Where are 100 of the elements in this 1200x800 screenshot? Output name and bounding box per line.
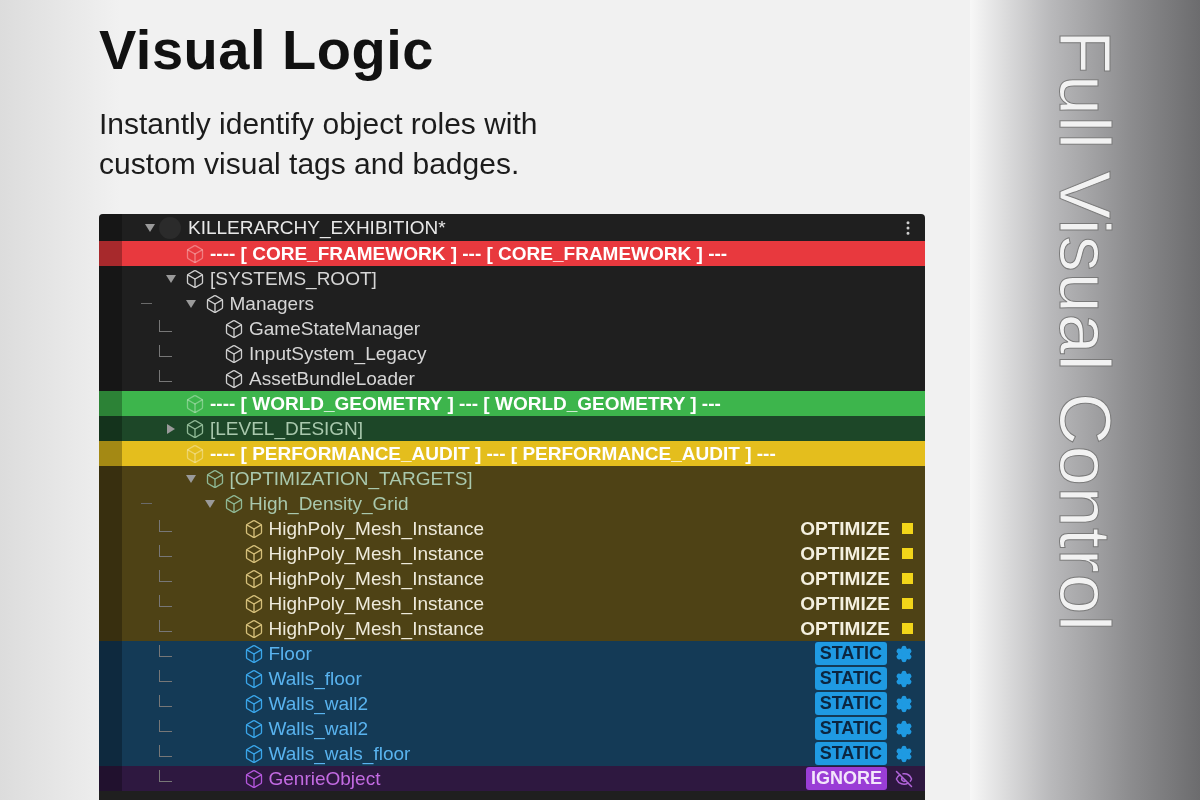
tag-badge: STATIC	[814, 667, 887, 690]
row-gutter	[99, 214, 122, 241]
row-gutter	[99, 741, 122, 766]
object-name: HighPoly_Mesh_Instance	[268, 517, 484, 540]
cube-icon	[185, 418, 205, 439]
hierarchy-row[interactable]: Walls_floor STATIC	[99, 666, 925, 691]
separator-label: ---- [ PERFORMANCE_AUDIT ] --- [ PERFORMANCE_AUDIT ] ---	[210, 442, 776, 465]
caret-icon[interactable]	[185, 299, 196, 308]
cube-icon	[224, 493, 244, 514]
hierarchy-row[interactable]: Walls_wall2 STATIC	[99, 716, 925, 741]
row-gutter	[99, 366, 122, 391]
separator-row[interactable]: ---- [ CORE_FRAMEWORK ] --- [ CORE_FRAMEWORK ] ---	[99, 241, 925, 266]
row-gutter	[99, 466, 122, 491]
object-name: HighPoly_Mesh_Instance	[268, 567, 484, 590]
object-name: Walls_wall2	[268, 692, 369, 715]
row-gutter	[99, 391, 122, 416]
row-gutter	[99, 766, 122, 791]
gear-icon	[895, 669, 913, 688]
object-name: [OPTIMIZATION_TARGETS]	[229, 467, 473, 490]
cube-icon	[243, 618, 264, 639]
object-name: Managers	[229, 292, 314, 315]
cube-icon	[243, 518, 264, 539]
cube-icon	[243, 718, 264, 739]
hierarchy-row[interactable]: Managers	[99, 291, 925, 316]
hierarchy-row[interactable]: HighPoly_Mesh_Instance OPTIMIZE	[99, 516, 925, 541]
hierarchy-row[interactable]: HighPoly_Mesh_Instance OPTIMIZE	[99, 541, 925, 566]
tag-label: OPTIMIZE	[800, 542, 890, 565]
object-name: HighPoly_Mesh_Instance	[268, 617, 484, 640]
caret-icon[interactable]	[185, 474, 196, 483]
hierarchy-row[interactable]: [SYSTEMS_ROOT]	[99, 266, 925, 291]
object-name: GameStateManager	[249, 317, 421, 340]
scene-title: KILLERARCHY_EXHIBITION*	[188, 216, 446, 239]
square-icon	[902, 573, 913, 584]
row-gutter	[99, 241, 122, 266]
object-name: GenrieObject	[268, 767, 381, 790]
row-gutter	[99, 616, 122, 641]
tag-label: OPTIMIZE	[800, 617, 890, 640]
hierarchy-row[interactable]: Walls_wals_floor STATIC	[99, 741, 925, 766]
hierarchy-row[interactable]: InputSystem_Legacy	[99, 341, 925, 366]
gear-icon	[895, 719, 913, 738]
hierarchy-row[interactable]: AssetBundleLoader	[99, 366, 925, 391]
separator-label: ---- [ CORE_FRAMEWORK ] --- [ CORE_FRAMEWORK ] ---	[210, 242, 728, 265]
eye-off-icon	[895, 769, 913, 788]
cube-icon	[243, 593, 264, 614]
hierarchy-row[interactable]: [OPTIMIZATION_TARGETS]	[99, 466, 925, 491]
hierarchy-row[interactable]: High_Density_Grid	[99, 491, 925, 516]
cube-icon	[185, 268, 205, 289]
cube-icon	[243, 693, 264, 714]
cube-icon	[243, 568, 264, 589]
hierarchy-row[interactable]: GenrieObject IGNORE	[99, 766, 925, 791]
gear-icon	[895, 694, 913, 713]
gear-icon	[895, 744, 913, 763]
cube-icon	[224, 368, 244, 389]
cube-icon	[185, 243, 205, 264]
tag-badge: STATIC	[814, 642, 887, 665]
cube-icon	[243, 768, 264, 789]
cube-icon	[243, 543, 264, 564]
object-name: [SYSTEMS_ROOT]	[210, 267, 377, 290]
caret-icon[interactable]	[205, 499, 215, 508]
tag-label: OPTIMIZE	[800, 592, 890, 615]
square-icon	[902, 523, 913, 534]
cube-icon	[224, 318, 244, 339]
separator-label: ---- [ WORLD_GEOMETRY ] --- [ WORLD_GEOMETRY ] ---	[210, 392, 721, 415]
cube-icon	[204, 468, 225, 489]
row-gutter	[99, 266, 122, 291]
square-icon	[902, 623, 913, 634]
object-name: Walls_floor	[268, 667, 362, 690]
object-name: AssetBundleLoader	[249, 367, 415, 390]
hierarchy-row[interactable]: GameStateManager	[99, 316, 925, 341]
cube-icon	[224, 343, 244, 364]
row-gutter	[99, 416, 122, 441]
hierarchy-row[interactable]: [LEVEL_DESIGN]	[99, 416, 925, 441]
hierarchy-row[interactable]: HighPoly_Mesh_Instance OPTIMIZE	[99, 566, 925, 591]
cube-icon	[243, 743, 264, 764]
object-name: HighPoly_Mesh_Instance	[268, 542, 484, 565]
object-name: HighPoly_Mesh_Instance	[268, 592, 484, 615]
object-name: InputSystem_Legacy	[249, 342, 427, 365]
tag-label: OPTIMIZE	[800, 517, 890, 540]
tag-badge: STATIC	[814, 717, 887, 740]
caret-icon[interactable]	[167, 423, 175, 434]
cube-icon	[204, 293, 225, 314]
object-name: Walls_wals_floor	[268, 742, 411, 765]
object-name: High_Density_Grid	[249, 492, 409, 515]
object-name: Floor	[268, 642, 312, 665]
hierarchy-row[interactable]: Floor STATIC	[99, 641, 925, 666]
cube-icon	[243, 668, 264, 689]
tag-badge: STATIC	[814, 692, 887, 715]
object-name: Walls_wall2	[268, 717, 369, 740]
tag-badge: IGNORE	[806, 767, 887, 790]
hierarchy-row[interactable]: Walls_wall2 STATIC	[99, 691, 925, 716]
cube-icon	[185, 393, 205, 414]
row-gutter	[99, 441, 122, 466]
hierarchy-row[interactable]: HighPoly_Mesh_Instance OPTIMIZE	[99, 616, 925, 641]
square-icon	[902, 548, 913, 559]
cube-icon	[243, 643, 264, 664]
object-name: [LEVEL_DESIGN]	[210, 417, 364, 440]
cube-icon	[185, 443, 205, 464]
hierarchy-row[interactable]: HighPoly_Mesh_Instance OPTIMIZE	[99, 591, 925, 616]
caret-icon[interactable]	[166, 274, 176, 283]
page-title: Visual Logic	[99, 18, 435, 82]
